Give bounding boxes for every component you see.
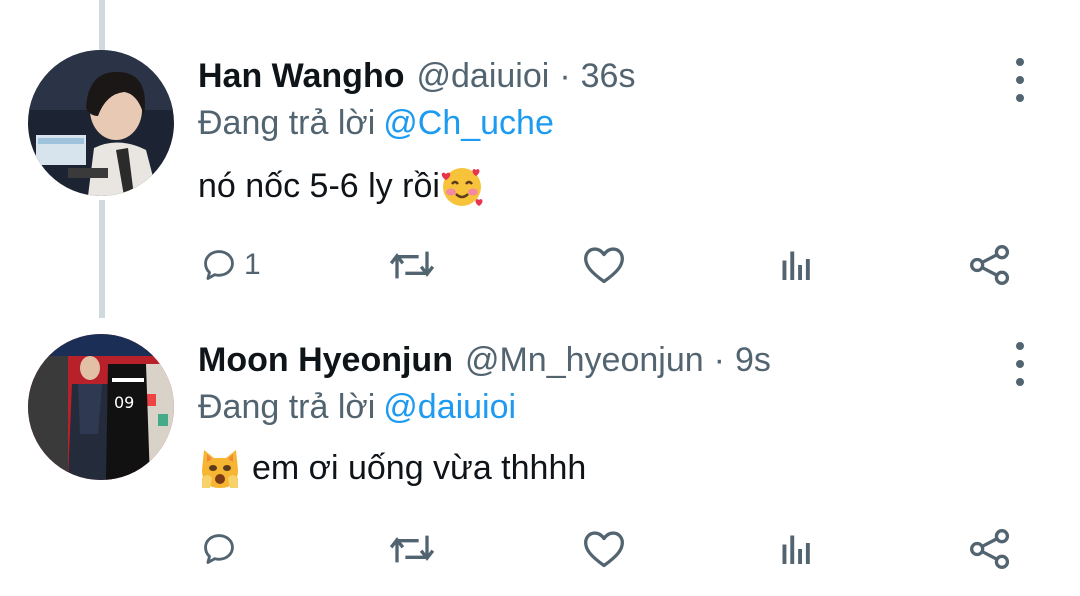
display-name[interactable]: Moon Hyeonjun — [198, 341, 453, 380]
heart-icon — [584, 247, 624, 284]
retweet-button[interactable] — [388, 240, 436, 290]
reply-button[interactable]: 1 — [200, 240, 261, 290]
share-button[interactable] — [968, 240, 1012, 290]
more-options-icon[interactable] — [1004, 342, 1036, 386]
tweet-text-content: em ơi uống vừa thhhh — [252, 448, 587, 487]
like-button[interactable] — [582, 240, 626, 290]
reply-button[interactable] — [200, 524, 244, 574]
analytics-button[interactable] — [778, 240, 814, 290]
share-icon — [970, 529, 1010, 569]
separator: · — [713, 340, 725, 379]
tweet-actions: 1 — [0, 240, 1080, 290]
timestamp[interactable]: 36s — [581, 57, 636, 96]
replying-to: Đang trả lời @daiuioi — [198, 388, 516, 427]
tweet-text: em ơi uống vừa thhhh — [198, 446, 586, 490]
analytics-icon — [782, 535, 810, 564]
comment-icon — [204, 250, 234, 280]
mention-link[interactable]: @Ch_uche — [383, 104, 554, 142]
svg-text:09: 09 — [114, 393, 134, 412]
avatar[interactable]: 09 — [28, 334, 174, 480]
retweet-icon — [389, 535, 435, 563]
retweet-icon — [389, 251, 435, 279]
like-button[interactable] — [582, 524, 626, 574]
comment-icon — [204, 534, 234, 564]
reply-count: 1 — [244, 248, 261, 281]
tweet-actions — [0, 524, 1080, 574]
more-options-icon[interactable] — [1004, 58, 1036, 102]
timestamp[interactable]: 9s — [735, 341, 771, 380]
username[interactable]: @Mn_hyeonjun — [465, 341, 704, 380]
display-name[interactable]: Han Wangho — [198, 57, 405, 96]
tweet-text-content: nó nốc 5-6 ly rồi — [198, 166, 440, 205]
tweet-header: Moon Hyeonjun @Mn_hyeonjun · 9s — [198, 335, 771, 385]
share-icon — [970, 245, 1010, 285]
share-button[interactable] — [968, 524, 1012, 574]
retweet-button[interactable] — [388, 524, 436, 574]
analytics-icon — [782, 251, 810, 280]
mention-link[interactable]: @daiuioi — [383, 388, 516, 426]
heart-icon — [584, 531, 624, 568]
tweet-text: nó nốc 5-6 ly rồi — [198, 164, 484, 208]
avatar[interactable] — [28, 50, 174, 196]
replying-to-label: Đang trả lời — [198, 388, 376, 426]
analytics-button[interactable] — [778, 524, 814, 574]
username[interactable]: @daiuioi — [417, 57, 550, 96]
separator: · — [559, 56, 571, 95]
replying-to: Đang trả lời @Ch_uche — [198, 104, 554, 143]
tweet-header: Han Wangho @daiuioi · 36s — [198, 51, 635, 101]
tweet[interactable]: Han Wangho @daiuioi · 36s Đang trả lời @C… — [0, 0, 1080, 300]
smiling-face-with-hearts-icon — [440, 164, 484, 208]
tweet[interactable]: 09 Moon Hyeonjun @Mn_hyeonjun · 9s Đang … — [0, 300, 1080, 596]
replying-to-label: Đang trả lời — [198, 104, 376, 142]
weary-cat-face-icon — [198, 446, 242, 490]
